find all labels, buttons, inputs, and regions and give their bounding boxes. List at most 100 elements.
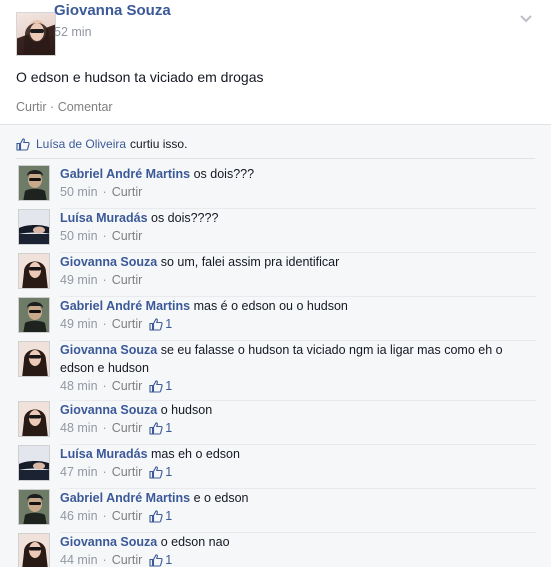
comment-author-link[interactable]: Gabriel André Martins (60, 167, 190, 181)
post-header (16, 12, 56, 58)
meta-separator: · (102, 379, 107, 393)
like-post-link[interactable]: Curtir (16, 100, 47, 114)
comment-like-count[interactable]: 1 (149, 463, 172, 481)
comment-item: Gabriel André Martins os dois??? 50 min · C… (16, 165, 536, 209)
comment-avatar[interactable] (18, 297, 50, 333)
comment-like-count[interactable]: 1 (149, 507, 172, 525)
comment-avatar[interactable] (18, 401, 50, 437)
comment-body: Luísa Muradás mas eh o edson 47 min · Curti… (60, 445, 540, 481)
avatar-portrait-icon (23, 20, 51, 55)
comment-content: Luísa Muradás os dois???? (60, 209, 540, 227)
comment-timestamp[interactable]: 49 min (60, 315, 98, 333)
comment-body: Gabriel André Martins os dois??? 50 min · C… (60, 165, 540, 201)
comment-text: mas é o edson ou o hudson (190, 299, 348, 313)
comment-content: Gabriel André Martins e o edson (60, 489, 540, 507)
likes-summary: Luísa de Oliveira curtiu isso. (16, 135, 187, 153)
comment-like-link[interactable]: Curtir (112, 507, 143, 525)
avatar-portrait-icon (19, 402, 49, 436)
comment-author-link[interactable]: Giovanna Souza (60, 255, 157, 269)
comments-section: Luísa de Oliveira curtiu isso. Gabriel A… (0, 124, 551, 567)
chevron-down-icon[interactable] (519, 14, 533, 24)
post-timestamp[interactable]: 52 min (54, 25, 92, 39)
comment-author-link[interactable]: Giovanna Souza (60, 403, 157, 417)
comment-meta: 50 min · Curtir (60, 183, 540, 201)
like-count-value: 1 (165, 421, 173, 435)
comment-timestamp[interactable]: 48 min (60, 419, 98, 437)
avatar-portrait-icon (19, 342, 49, 376)
likes-suffix-text: curtiu isso. (130, 137, 188, 151)
comment-meta: 48 min · Curtir 1 (60, 419, 540, 437)
comment-like-link[interactable]: Curtir (112, 227, 143, 245)
comment-author-link[interactable]: Giovanna Souza (60, 535, 157, 549)
comment-body: Gabriel André Martins mas é o edson ou o… (60, 297, 540, 333)
comment-avatar[interactable] (18, 209, 50, 245)
comment-avatar[interactable] (18, 253, 50, 289)
comment-item: Gabriel André Martins e o edson 46 min · Cu… (16, 489, 536, 533)
meta-separator: · (102, 317, 107, 331)
comment-post-link[interactable]: Comentar (58, 100, 113, 114)
comment-text: os dois??? (190, 167, 255, 181)
comment-meta: 46 min · Curtir 1 (60, 507, 540, 525)
comment-like-count[interactable]: 1 (149, 315, 172, 333)
post-text: O edson e hudson ta viciado em drogas (16, 69, 264, 85)
comment-timestamp[interactable]: 44 min (60, 551, 98, 567)
comment-item: Giovanna Souza o edson nao 44 min · Curtir 1 (16, 533, 536, 567)
comment-body: Giovanna Souza so um, falei assim pra id… (60, 253, 540, 289)
comment-like-link[interactable]: Curtir (112, 463, 143, 481)
action-separator: · (50, 100, 55, 114)
comment-meta: 44 min · Curtir 1 (60, 551, 540, 567)
comment-item: Giovanna Souza se eu falasse o hudson ta… (16, 341, 536, 401)
comment-author-link[interactable]: Luísa Muradás (60, 447, 148, 461)
comment-avatar[interactable] (18, 165, 50, 201)
comment-text: so um, falei assim pra identificar (157, 255, 340, 269)
comment-timestamp[interactable]: 47 min (60, 463, 98, 481)
comment-like-link[interactable]: Curtir (112, 271, 143, 289)
comment-content: Giovanna Souza o edson nao (60, 533, 540, 551)
comment-text: o hudson (157, 403, 213, 417)
comment-timestamp[interactable]: 49 min (60, 271, 98, 289)
meta-separator: · (102, 273, 107, 287)
comment-body: Giovanna Souza se eu falasse o hudson ta… (60, 341, 540, 395)
post-author-name[interactable]: Giovanna Souza (54, 2, 171, 19)
avatar-portrait-icon (19, 298, 49, 332)
comment-timestamp[interactable]: 50 min (60, 227, 98, 245)
comment-avatar[interactable] (18, 489, 50, 525)
thumbs-up-icon (149, 421, 163, 435)
meta-separator: · (102, 185, 107, 199)
comment-text: o edson nao (157, 535, 230, 549)
avatar-portrait-icon (19, 446, 49, 480)
comment-like-link[interactable]: Curtir (112, 377, 143, 395)
comment-like-link[interactable]: Curtir (112, 419, 143, 437)
comment-avatar[interactable] (18, 533, 50, 567)
comment-text: os dois???? (147, 211, 219, 225)
comment-avatar[interactable] (18, 445, 50, 481)
comment-like-link[interactable]: Curtir (112, 551, 143, 567)
comment-author-link[interactable]: Gabriel André Martins (60, 299, 190, 313)
comment-text: mas eh o edson (147, 447, 240, 461)
comment-like-count[interactable]: 1 (149, 551, 172, 567)
thumbs-up-icon (149, 553, 163, 567)
comment-author-link[interactable]: Gabriel André Martins (60, 491, 190, 505)
comment-like-count[interactable]: 1 (149, 419, 172, 437)
comment-content: Giovanna Souza se eu falasse o hudson ta… (60, 341, 540, 377)
comment-timestamp[interactable]: 50 min (60, 183, 98, 201)
post-author-avatar[interactable] (16, 12, 56, 56)
comment-like-count[interactable]: 1 (149, 377, 172, 395)
comment-like-link[interactable]: Curtir (112, 183, 143, 201)
like-count-value: 1 (165, 379, 173, 393)
liker-name-link[interactable]: Luísa de Oliveira (36, 137, 126, 151)
comment-like-link[interactable]: Curtir (112, 315, 143, 333)
comment-author-link[interactable]: Luísa Muradás (60, 211, 148, 225)
thumbs-up-icon (16, 137, 30, 151)
avatar-portrait-icon (19, 210, 49, 244)
comment-item: Giovanna Souza so um, falei assim pra id… (16, 253, 536, 297)
meta-separator: · (102, 421, 107, 435)
thumbs-up-icon (149, 317, 163, 331)
comment-body: Giovanna Souza o edson nao 44 min · Curtir 1 (60, 533, 540, 567)
comment-avatar[interactable] (18, 341, 50, 377)
comment-item: Gabriel André Martins mas é o edson ou o… (16, 297, 536, 341)
comment-timestamp[interactable]: 46 min (60, 507, 98, 525)
comment-author-link[interactable]: Giovanna Souza (60, 343, 157, 357)
comment-timestamp[interactable]: 48 min (60, 377, 98, 395)
post-actions: Curtir · Comentar (16, 100, 113, 114)
